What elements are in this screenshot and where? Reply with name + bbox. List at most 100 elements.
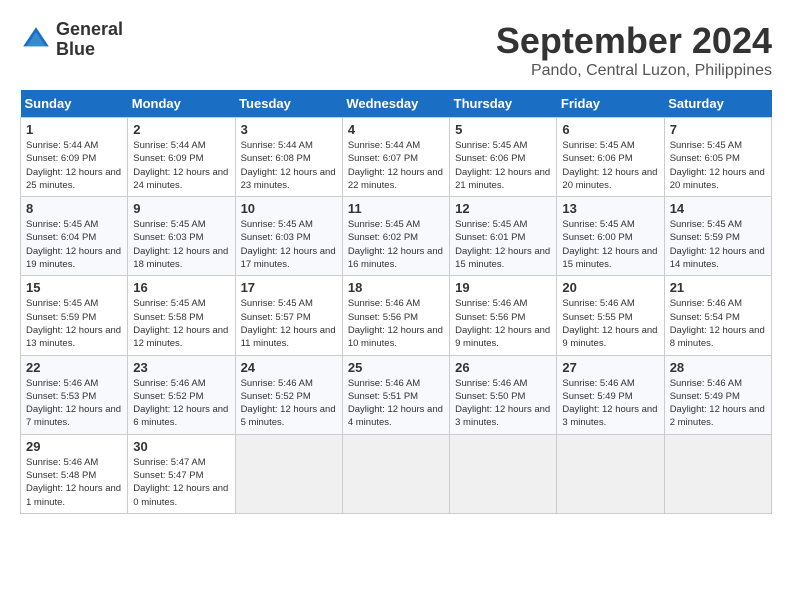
day-info: Sunrise: 5:46 AMSunset: 5:49 PMDaylight:… <box>670 377 766 430</box>
day-number: 22 <box>26 360 122 375</box>
day-number: 23 <box>133 360 229 375</box>
header-cell-saturday: Saturday <box>664 90 771 118</box>
calendar-day-2: 2Sunrise: 5:44 AMSunset: 6:09 PMDaylight… <box>128 118 235 197</box>
day-number: 19 <box>455 280 551 295</box>
header-row: SundayMondayTuesdayWednesdayThursdayFrid… <box>21 90 772 118</box>
day-number: 4 <box>348 122 444 137</box>
day-number: 13 <box>562 201 658 216</box>
day-info: Sunrise: 5:46 AMSunset: 5:56 PMDaylight:… <box>455 297 551 350</box>
location-subtitle: Pando, Central Luzon, Philippines <box>496 62 772 80</box>
calendar-day-empty <box>450 434 557 513</box>
calendar-week-3: 15 Sunrise: 5:45 AMSunset: 5:59 PMDayligh… <box>21 276 772 355</box>
day-number: 18 <box>348 280 444 295</box>
header-cell-monday: Monday <box>128 90 235 118</box>
calendar-day-11: 11 Sunrise: 5:45 AMSunset: 6:02 PMDayligh… <box>342 197 449 276</box>
calendar-day-19: 19 Sunrise: 5:46 AMSunset: 5:56 PMDayligh… <box>450 276 557 355</box>
calendar-week-4: 22 Sunrise: 5:46 AMSunset: 5:53 PMDayligh… <box>21 355 772 434</box>
day-number: 28 <box>670 360 766 375</box>
month-title: September 2024 <box>496 20 772 62</box>
calendar-day-17: 17 Sunrise: 5:45 AMSunset: 5:57 PMDayligh… <box>235 276 342 355</box>
calendar-week-1: 1 Sunrise: 5:44 AMSunset: 6:09 PMDaylight… <box>21 118 772 197</box>
day-info: Sunrise: 5:44 AMSunset: 6:07 PMDaylight:… <box>348 139 444 192</box>
calendar-day-15: 15 Sunrise: 5:45 AMSunset: 5:59 PMDayligh… <box>21 276 128 355</box>
calendar-day-12: 12 Sunrise: 5:45 AMSunset: 6:01 PMDayligh… <box>450 197 557 276</box>
day-info: Sunrise: 5:45 AMSunset: 6:04 PMDaylight:… <box>26 218 122 271</box>
calendar-table: SundayMondayTuesdayWednesdayThursdayFrid… <box>20 90 772 514</box>
day-number: 8 <box>26 201 122 216</box>
calendar-day-empty <box>235 434 342 513</box>
day-info: Sunrise: 5:47 AMSunset: 5:47 PMDaylight:… <box>133 456 229 509</box>
day-info: Sunrise: 5:46 AMSunset: 5:50 PMDaylight:… <box>455 377 551 430</box>
header-cell-wednesday: Wednesday <box>342 90 449 118</box>
day-info: Sunrise: 5:45 AMSunset: 5:57 PMDaylight:… <box>241 297 337 350</box>
day-info: Sunrise: 5:45 AMSunset: 6:02 PMDaylight:… <box>348 218 444 271</box>
day-number: 30 <box>133 439 229 454</box>
calendar-week-5: 29 Sunrise: 5:46 AMSunset: 5:48 PMDayligh… <box>21 434 772 513</box>
day-info: Sunrise: 5:45 AMSunset: 6:06 PMDaylight:… <box>562 139 658 192</box>
calendar-day-empty <box>664 434 771 513</box>
calendar-day-26: 26 Sunrise: 5:46 AMSunset: 5:50 PMDayligh… <box>450 355 557 434</box>
calendar-day-7: 7Sunrise: 5:45 AMSunset: 6:05 PMDaylight… <box>664 118 771 197</box>
day-info: Sunrise: 5:45 AMSunset: 6:05 PMDaylight:… <box>670 139 766 192</box>
day-number: 21 <box>670 280 766 295</box>
day-info: Sunrise: 5:45 AMSunset: 6:00 PMDaylight:… <box>562 218 658 271</box>
day-number: 15 <box>26 280 122 295</box>
day-number: 29 <box>26 439 122 454</box>
day-number: 25 <box>348 360 444 375</box>
calendar-day-23: 23 Sunrise: 5:46 AMSunset: 5:52 PMDayligh… <box>128 355 235 434</box>
day-number: 24 <box>241 360 337 375</box>
calendar-body: 1 Sunrise: 5:44 AMSunset: 6:09 PMDaylight… <box>21 118 772 514</box>
calendar-day-18: 18 Sunrise: 5:46 AMSunset: 5:56 PMDayligh… <box>342 276 449 355</box>
header-cell-sunday: Sunday <box>21 90 128 118</box>
calendar-day-24: 24Sunrise: 5:46 AMSunset: 5:52 PMDayligh… <box>235 355 342 434</box>
day-number: 9 <box>133 201 229 216</box>
calendar-day-1: 1 Sunrise: 5:44 AMSunset: 6:09 PMDaylight… <box>21 118 128 197</box>
calendar-day-27: 27 Sunrise: 5:46 AMSunset: 5:49 PMDayligh… <box>557 355 664 434</box>
day-info: Sunrise: 5:46 AMSunset: 5:48 PMDaylight:… <box>26 456 122 509</box>
day-info: Sunrise: 5:46 AMSunset: 5:53 PMDaylight:… <box>26 377 122 430</box>
day-number: 17 <box>241 280 337 295</box>
day-number: 6 <box>562 122 658 137</box>
logo: General Blue <box>20 20 123 60</box>
title-block: September 2024 Pando, Central Luzon, Phi… <box>496 20 772 80</box>
day-info: Sunrise: 5:45 AMSunset: 6:01 PMDaylight:… <box>455 218 551 271</box>
calendar-day-8: 8 Sunrise: 5:45 AMSunset: 6:04 PMDaylight… <box>21 197 128 276</box>
day-number: 14 <box>670 201 766 216</box>
calendar-day-empty <box>557 434 664 513</box>
calendar-day-5: 5Sunrise: 5:45 AMSunset: 6:06 PMDaylight… <box>450 118 557 197</box>
calendar-day-empty <box>342 434 449 513</box>
day-info: Sunrise: 5:45 AMSunset: 6:03 PMDaylight:… <box>241 218 337 271</box>
day-number: 16 <box>133 280 229 295</box>
day-info: Sunrise: 5:46 AMSunset: 5:56 PMDaylight:… <box>348 297 444 350</box>
calendar-day-4: 4 Sunrise: 5:44 AMSunset: 6:07 PMDaylight… <box>342 118 449 197</box>
page-header: General Blue September 2024 Pando, Centr… <box>20 20 772 80</box>
day-info: Sunrise: 5:46 AMSunset: 5:54 PMDaylight:… <box>670 297 766 350</box>
calendar-day-28: 28 Sunrise: 5:46 AMSunset: 5:49 PMDayligh… <box>664 355 771 434</box>
calendar-day-21: 21 Sunrise: 5:46 AMSunset: 5:54 PMDayligh… <box>664 276 771 355</box>
calendar-day-9: 9 Sunrise: 5:45 AMSunset: 6:03 PMDaylight… <box>128 197 235 276</box>
day-info: Sunrise: 5:46 AMSunset: 5:49 PMDaylight:… <box>562 377 658 430</box>
logo-text: General Blue <box>56 20 123 60</box>
calendar-day-10: 10Sunrise: 5:45 AMSunset: 6:03 PMDayligh… <box>235 197 342 276</box>
day-number: 20 <box>562 280 658 295</box>
header-cell-tuesday: Tuesday <box>235 90 342 118</box>
calendar-day-20: 20 Sunrise: 5:46 AMSunset: 5:55 PMDayligh… <box>557 276 664 355</box>
calendar-day-13: 13 Sunrise: 5:45 AMSunset: 6:00 PMDayligh… <box>557 197 664 276</box>
day-number: 26 <box>455 360 551 375</box>
day-number: 27 <box>562 360 658 375</box>
calendar-day-30: 30 Sunrise: 5:47 AMSunset: 5:47 PMDayligh… <box>128 434 235 513</box>
day-info: Sunrise: 5:45 AMSunset: 6:03 PMDaylight:… <box>133 218 229 271</box>
day-info: Sunrise: 5:45 AMSunset: 5:58 PMDaylight:… <box>133 297 229 350</box>
day-info: Sunrise: 5:44 AMSunset: 6:09 PMDaylight:… <box>26 139 122 192</box>
day-info: Sunrise: 5:45 AMSunset: 5:59 PMDaylight:… <box>26 297 122 350</box>
calendar-day-22: 22 Sunrise: 5:46 AMSunset: 5:53 PMDayligh… <box>21 355 128 434</box>
day-number: 1 <box>26 122 122 137</box>
day-number: 3 <box>241 122 337 137</box>
day-info: Sunrise: 5:46 AMSunset: 5:55 PMDaylight:… <box>562 297 658 350</box>
calendar-header: SundayMondayTuesdayWednesdayThursdayFrid… <box>21 90 772 118</box>
calendar-day-3: 3Sunrise: 5:44 AMSunset: 6:08 PMDaylight… <box>235 118 342 197</box>
day-number: 12 <box>455 201 551 216</box>
day-number: 11 <box>348 201 444 216</box>
calendar-day-25: 25Sunrise: 5:46 AMSunset: 5:51 PMDayligh… <box>342 355 449 434</box>
day-info: Sunrise: 5:46 AMSunset: 5:52 PMDaylight:… <box>133 377 229 430</box>
